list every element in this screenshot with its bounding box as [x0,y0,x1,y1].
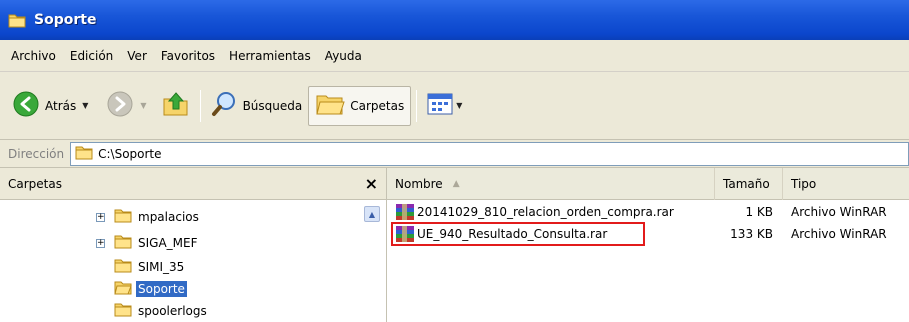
tree-item-soporte[interactable]: Soporte [114,279,187,299]
back-dropdown-icon[interactable]: ▼ [82,101,88,110]
folder-icon [75,145,93,163]
folders-icon [315,91,345,120]
menu-bar: Archivo Edición Ver Favoritos Herramient… [0,40,909,72]
up-folder-button[interactable] [157,88,195,124]
scroll-up-button[interactable]: ▲ [364,206,380,222]
folder-window-icon [8,12,26,28]
folders-pane-title: Carpetas [8,176,62,191]
expand-icon[interactable]: + [96,212,105,222]
up-folder-icon [161,89,191,122]
menu-ayuda[interactable]: Ayuda [318,49,369,63]
folder-icon [114,302,132,320]
search-button[interactable]: Búsqueda [206,88,307,124]
folder-icon [114,208,132,226]
address-value: C:\Soporte [98,146,162,161]
tree-item-siga-mef[interactable]: + SIGA_MEF [96,233,200,253]
file-name: 20141029_810_relacion_orden_compra.rar [417,205,674,219]
menu-favoritos[interactable]: Favoritos [154,49,222,63]
views-icon [426,92,454,119]
tree-item-spoolerlogs[interactable]: spoolerlogs [114,301,209,321]
address-label: Dirección [8,146,65,161]
file-type: Archivo WinRAR [791,205,887,219]
folder-icon [114,258,132,276]
folders-pane: Carpetas × + mpalacios + SIGA_MEF SIMI_3… [0,168,387,322]
column-header-size[interactable]: Tamaño [715,168,783,200]
file-list: Nombre ▲ Tamaño Tipo 20141029_810_relaci… [387,168,909,322]
tree-item-label: SIGA_MEF [138,236,198,250]
winrar-archive-icon [395,203,415,221]
forward-button[interactable]: ▼ [102,88,150,124]
back-button[interactable]: Atrás ▼ [8,88,92,124]
tree-item-label: Soporte [136,281,187,297]
folders-button[interactable]: Carpetas [308,85,412,126]
folders-label: Carpetas [350,98,405,113]
menu-ver[interactable]: Ver [120,49,154,63]
window-title: Soporte [34,12,97,28]
menu-herramientas[interactable]: Herramientas [222,49,318,63]
open-folder-icon [114,280,132,298]
menu-archivo[interactable]: Archivo [4,49,63,63]
tree-item-simi-35[interactable]: SIMI_35 [114,257,186,277]
column-header-type[interactable]: Tipo [783,168,909,200]
sort-ascending-icon: ▲ [452,179,460,189]
search-label: Búsqueda [242,98,303,113]
views-dropdown-icon[interactable]: ▼ [456,101,462,110]
toolbar-separator [416,89,418,122]
column-name-label: Nombre [395,177,443,191]
toolbar-separator [199,89,201,122]
title-bar: Soporte [0,0,909,40]
tree-item-mpalacios[interactable]: + mpalacios [96,207,201,227]
folder-icon [114,234,132,252]
back-label: Atrás [45,98,77,113]
toolbar: Atrás ▼ ▼ Búsqueda Carpetas ▼ [0,72,909,140]
menu-edicion[interactable]: Edición [63,49,120,63]
tree-item-label: mpalacios [138,210,199,224]
highlight-box [391,222,645,246]
folders-pane-header: Carpetas × [0,168,386,200]
forward-arrow-icon [106,90,134,121]
file-size-cell: 133 KB [715,223,773,245]
column-header-name[interactable]: Nombre ▲ [387,168,715,200]
file-size: 1 KB [745,205,773,219]
address-bar: Dirección C:\Soporte [0,140,909,168]
file-type-cell: Archivo WinRAR [791,223,887,245]
column-header-row: Nombre ▲ Tamaño Tipo [387,168,909,200]
tree-item-label: spoolerlogs [138,304,207,318]
file-type: Archivo WinRAR [791,227,887,241]
close-icon[interactable]: × [365,174,378,193]
views-button[interactable]: ▼ [422,88,466,124]
address-input[interactable]: C:\Soporte [70,141,909,166]
file-type-cell: Archivo WinRAR [791,201,887,223]
file-row[interactable]: 20141029_810_relacion_orden_compra.rar 1… [387,201,909,223]
forward-dropdown-icon[interactable]: ▼ [140,101,146,110]
file-size-cell: 1 KB [715,201,773,223]
column-size-label: Tamaño [723,177,770,191]
tree-item-label: SIMI_35 [138,260,185,274]
search-icon [210,90,238,121]
file-size: 133 KB [730,227,773,241]
back-arrow-icon [12,90,40,121]
column-type-label: Tipo [791,177,817,191]
expand-icon[interactable]: + [96,238,105,248]
file-name-cell: 20141029_810_relacion_orden_compra.rar [395,201,674,223]
